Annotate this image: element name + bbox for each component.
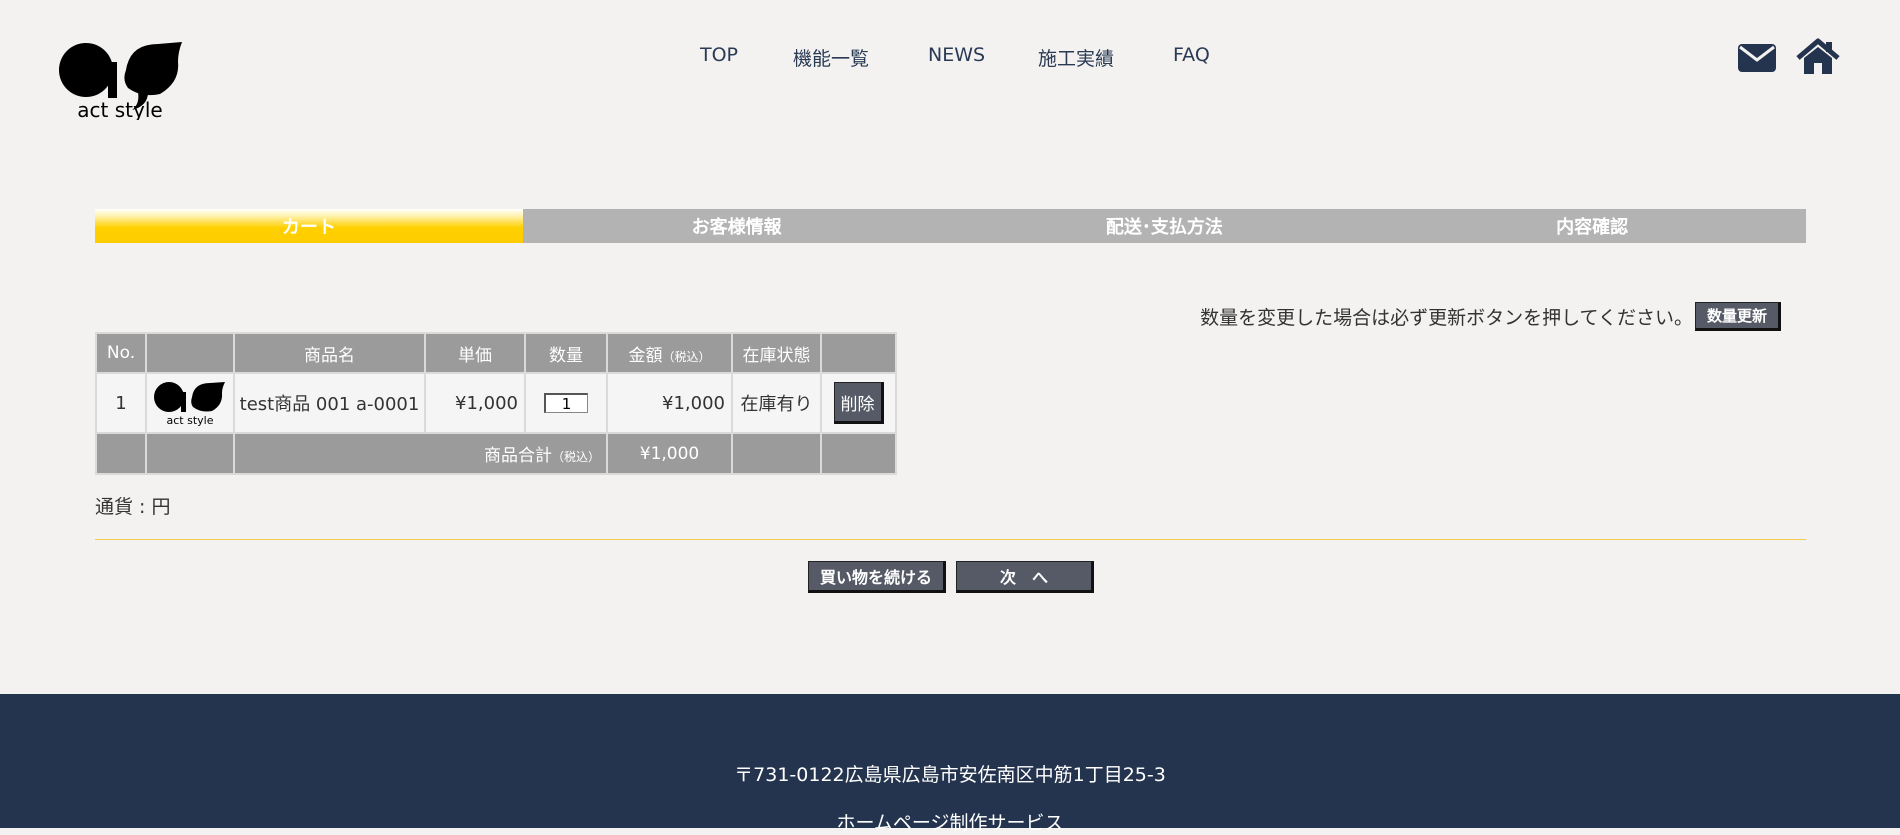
total-label-cell: 商品合計（税込） <box>233 432 608 475</box>
svg-text:act style: act style <box>167 414 214 427</box>
col-image <box>145 332 235 374</box>
line-amount: ¥1,000 <box>606 372 733 434</box>
product-thumbnail[interactable]: act style <box>145 372 235 434</box>
col-name: 商品名 <box>233 332 426 374</box>
col-unit-price: 単価 <box>424 332 526 374</box>
total-label: 商品合計 <box>483 446 552 466</box>
cart-action-buttons: 買い物を続ける 次 へ <box>808 561 1094 593</box>
main-nav: TOP 機能一覧 NEWS 施工実績 FAQ <box>0 44 1900 74</box>
table-row: 1 act style test商品 001 a-0001 ¥1,000 ¥1,… <box>95 372 897 434</box>
col-amount-label: 金額 <box>628 345 663 366</box>
step-confirm: 内容確認 <box>1378 209 1806 243</box>
col-no: No. <box>95 332 147 374</box>
mail-icon[interactable] <box>1736 38 1778 76</box>
col-amount: 金額（税込） <box>606 332 733 374</box>
nav-news[interactable]: NEWS <box>928 44 985 66</box>
total-row: 商品合計（税込） ¥1,000 <box>95 432 897 475</box>
total-blank-3 <box>731 432 822 475</box>
nav-top[interactable]: TOP <box>700 44 738 66</box>
footer-address: 〒731-0122広島県広島市安佐南区中筋1丁目25-3 <box>734 764 1166 786</box>
unit-price: ¥1,000 <box>424 372 526 434</box>
header-icons <box>1736 38 1840 76</box>
svg-text:act style: act style <box>77 98 162 120</box>
product-logo-image: act style <box>154 382 225 427</box>
home-icon[interactable] <box>1796 38 1840 76</box>
footer-service-link[interactable]: ホームページ制作サービス <box>0 808 1900 835</box>
nav-faq[interactable]: FAQ <box>1173 44 1210 66</box>
table-header-row: No. 商品名 単価 数量 金額（税込） 在庫状態 <box>95 332 897 374</box>
total-blank-2 <box>145 432 235 475</box>
col-qty: 数量 <box>524 332 608 374</box>
total-tax-note: （税込） <box>551 450 600 464</box>
continue-shopping-button[interactable]: 買い物を続ける <box>808 561 946 593</box>
next-button[interactable]: 次 へ <box>956 561 1094 593</box>
delete-cell: 削除 <box>820 372 897 434</box>
update-quantity-button[interactable]: 数量更新 <box>1695 302 1781 331</box>
footer: 〒731-0122広島県広島市安佐南区中筋1丁目25-3 ホームページ制作サービ… <box>0 694 1900 834</box>
nav-works[interactable]: 施工実績 <box>1038 44 1114 71</box>
total-blank-4 <box>820 432 897 475</box>
currency-label: 通貨 : 円 <box>95 496 171 518</box>
step-customer-info: お客様情報 <box>522 209 951 243</box>
divider <box>95 539 1806 540</box>
delete-button[interactable]: 削除 <box>833 382 884 424</box>
col-stock: 在庫状態 <box>731 332 822 374</box>
checkout-steps: カート お客様情報 配送･支払方法 内容確認 <box>95 209 1806 243</box>
col-action <box>820 332 897 374</box>
quantity-input[interactable] <box>544 393 588 413</box>
qty-cell <box>524 372 608 434</box>
total-blank-1 <box>95 432 147 475</box>
update-notice: 数量を変更した場合は必ず更新ボタンを押してください。 <box>1200 307 1693 329</box>
cart-table: No. 商品名 単価 数量 金額（税込） 在庫状態 1 act style te… <box>95 332 897 475</box>
quantity-update-row: 数量を変更した場合は必ず更新ボタンを押してください。 数量更新 <box>1200 302 1781 331</box>
tax-note: （税込） <box>662 349 711 364</box>
product-name[interactable]: test商品 001 a-0001 <box>233 372 426 434</box>
nav-features[interactable]: 機能一覧 <box>793 44 869 71</box>
step-shipping-payment: 配送･支払方法 <box>950 209 1379 243</box>
step-cart: カート <box>95 209 523 243</box>
total-amount: ¥1,000 <box>606 432 733 475</box>
row-no: 1 <box>95 372 147 434</box>
stock-status: 在庫有り <box>731 372 822 434</box>
